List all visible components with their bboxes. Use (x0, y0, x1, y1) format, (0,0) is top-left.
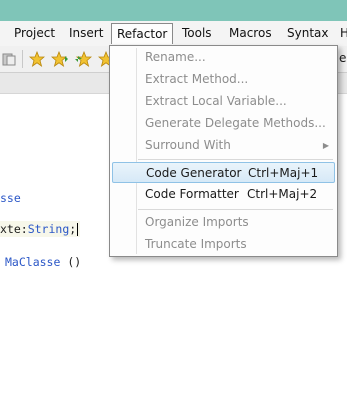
shortcut-label: Ctrl+Maj+1 (248, 166, 319, 180)
menu-help[interactable]: H (340, 25, 347, 42)
menu-item-truncate-imports[interactable]: Truncate Imports (112, 234, 335, 255)
menu-item-code-generator[interactable]: Code Generator Ctrl+Maj+1 (112, 162, 335, 183)
code-line: MaClasse () (5, 255, 82, 269)
code-line: sse (0, 191, 21, 205)
refactor-dropdown-menu: Rename... Extract Method... Extract Loca… (109, 45, 338, 257)
star-icon[interactable] (28, 50, 46, 68)
menu-item-extract-method[interactable]: Extract Method... (112, 69, 335, 90)
menu-item-extract-local-variable[interactable]: Extract Local Variable... (112, 91, 335, 112)
star-back-icon[interactable] (74, 50, 92, 68)
menu-syntax[interactable]: Syntax (287, 25, 328, 42)
menu-separator (138, 209, 333, 210)
shortcut-label: Ctrl+Maj+2 (247, 187, 318, 201)
menu-item-surround-with[interactable]: Surround With ▶ (112, 135, 335, 156)
paste-icon[interactable] (0, 50, 18, 68)
menu-separator (138, 159, 333, 160)
code-line-current: xte:String; (0, 222, 79, 236)
menu-item-organize-imports[interactable]: Organize Imports (112, 212, 335, 233)
window-titlebar (0, 0, 347, 21)
menu-macros[interactable]: Macros (229, 25, 272, 42)
submenu-arrow-icon: ▶ (322, 141, 329, 150)
menu-bar: Project Insert Refactor Tools Macros Syn… (0, 21, 347, 47)
star-forward-icon[interactable] (51, 50, 69, 68)
menu-refactor[interactable]: Refactor (111, 23, 174, 44)
toolbar-fragment-text: el (339, 51, 347, 65)
menu-insert[interactable]: Insert (69, 25, 103, 42)
text-caret (77, 223, 79, 236)
menu-item-code-formatter[interactable]: Code Formatter Ctrl+Maj+2 (112, 184, 335, 205)
toolbar-separator (22, 50, 23, 68)
menu-tools[interactable]: Tools (182, 25, 212, 42)
menu-project[interactable]: Project (14, 25, 55, 42)
menu-item-generate-delegate-methods[interactable]: Generate Delegate Methods... (112, 113, 335, 134)
menu-item-rename[interactable]: Rename... (112, 47, 335, 68)
